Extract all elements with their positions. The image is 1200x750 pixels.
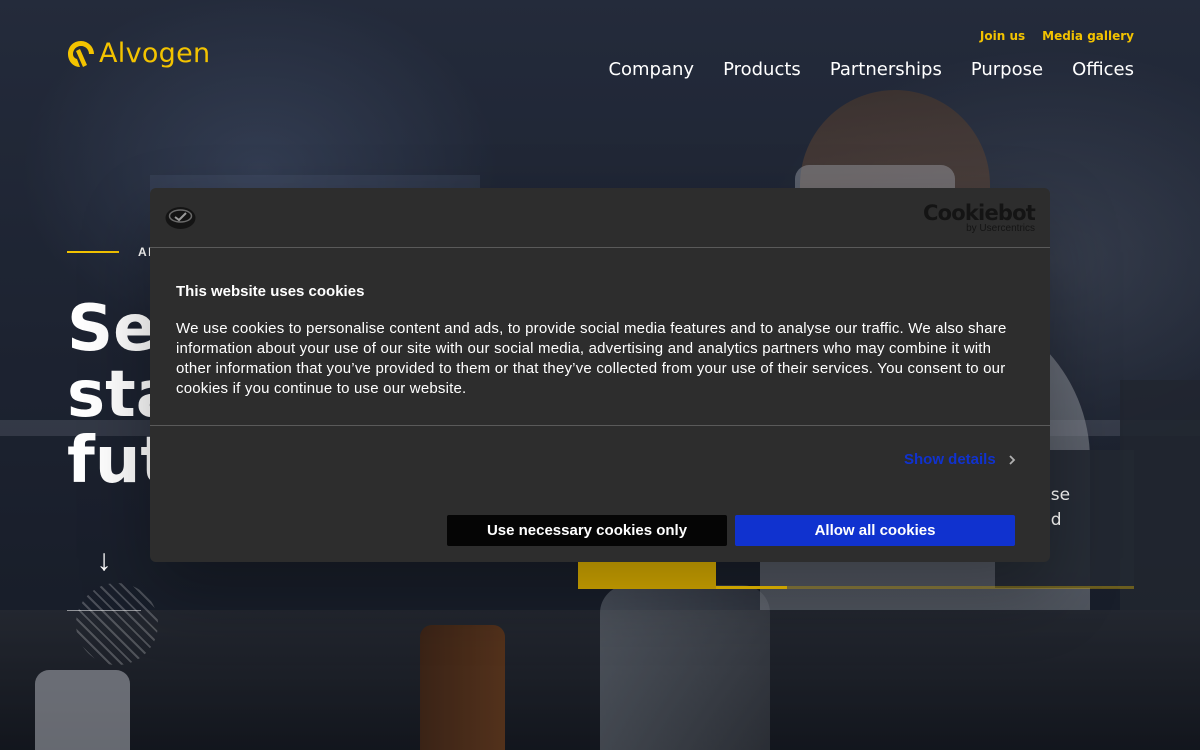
cookie-dialog-title: This website uses cookies [176,283,365,300]
eyebrow-line [67,251,119,253]
cookie-badge-icon [165,207,196,229]
cookiebot-brand-sub: by Usercentrics [966,223,1035,234]
hero-divider [67,610,141,611]
hatch-circle-decoration [76,583,158,665]
show-details-link[interactable]: Show details [904,451,1018,468]
nav-products[interactable]: Products [723,59,801,80]
slider-active-tab[interactable] [578,562,716,589]
logo-text: Alvogen [99,38,211,69]
cookie-consent-dialog: Cookiebot by Usercentrics This website u… [150,188,1050,562]
show-details-label: Show details [904,451,996,468]
slider-progress [716,586,787,589]
arrow-down-icon[interactable]: ↓ [93,546,115,576]
allow-all-cookies-button[interactable]: Allow all cookies [735,515,1015,546]
nav-company[interactable]: Company [608,59,694,80]
nav-partnerships[interactable]: Partnerships [830,59,942,80]
cookiebot-brand[interactable]: Cookiebot by Usercentrics [923,201,1036,234]
cookie-dialog-divider [150,425,1050,426]
cookie-dialog-header: Cookiebot by Usercentrics [150,188,1050,248]
chevron-right-icon [1009,454,1015,465]
top-links: Join us Media gallery [980,29,1134,43]
use-necessary-cookies-button[interactable]: Use necessary cookies only [447,515,727,546]
main-nav: Company Products Partnerships Purpose Of… [608,59,1134,80]
join-us-link[interactable]: Join us [980,29,1025,43]
logo-link[interactable]: Alvogen [67,38,210,69]
nav-purpose[interactable]: Purpose [971,59,1043,80]
alvogen-logo-icon [68,40,94,67]
cookiebot-brand-name: Cookiebot [923,201,1036,225]
nav-offices[interactable]: Offices [1072,59,1134,80]
cookie-dialog-body: We use cookies to personalise content an… [176,320,1007,397]
media-gallery-link[interactable]: Media gallery [1042,29,1134,43]
